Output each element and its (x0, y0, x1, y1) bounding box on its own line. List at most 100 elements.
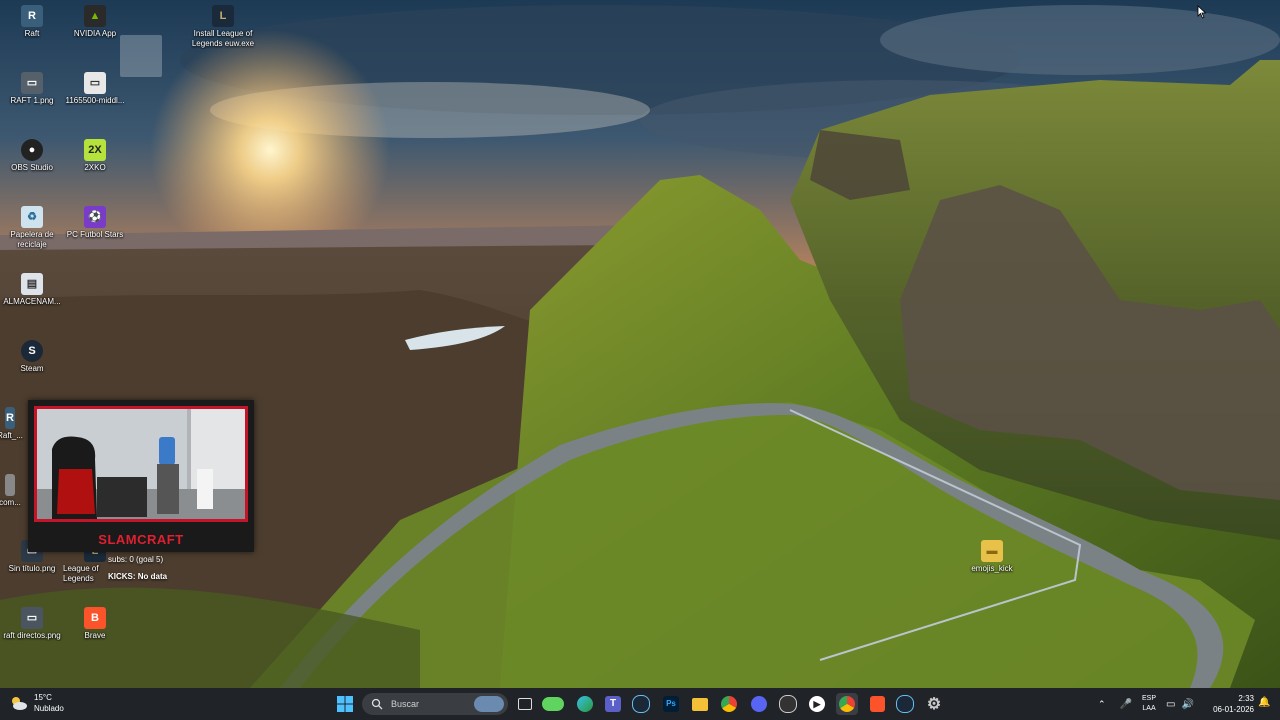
taskbar-app-chrome[interactable] (718, 693, 740, 715)
tray-overflow-chevron-icon[interactable]: ⌃ (1098, 699, 1106, 710)
image-file-icon: ▭ (84, 72, 106, 94)
desktop-icon-com-partial[interactable]: com... (0, 474, 30, 508)
system-tray: ⌃ 🎤 ESP LAA ▭ 🔊 (1098, 688, 1194, 720)
notifications-icon[interactable]: 🔔 (1258, 697, 1270, 708)
taskbar-clock[interactable]: 2:33 06-01-2026 (1200, 693, 1254, 715)
photoshop-icon: Ps (663, 696, 679, 712)
taskbar-app-obs[interactable] (777, 693, 799, 715)
task-view-button[interactable] (514, 693, 536, 715)
desktop-icon-raft-1-png[interactable]: ▭ RAFT 1.png (0, 72, 64, 106)
network-icon[interactable]: ▭ (1166, 699, 1175, 710)
webcam-kicks-text: KICKS: No data (108, 572, 168, 581)
steam-icon (632, 695, 650, 713)
desktop[interactable]: R Raft ▲ NVIDIA App L Install League of … (0, 0, 1280, 688)
2xko-icon: 2X (84, 139, 106, 161)
discord-icon (751, 696, 767, 712)
taskbar-app-settings[interactable]: ⚙ (923, 693, 945, 715)
weather-widget[interactable]: 15°C Nublado (10, 692, 64, 714)
desktop-icon-2xko[interactable]: 2X 2XKO (63, 139, 127, 173)
selection-highlight (120, 35, 162, 77)
league-installer-icon: L (212, 5, 234, 27)
task-view-icon (518, 698, 532, 710)
icon-label: Install League of Legends euw.exe (191, 29, 255, 48)
mouse-cursor-icon (1197, 5, 1207, 19)
start-button[interactable] (334, 693, 356, 715)
game-bar-icon (542, 697, 564, 711)
desktop-icon-steam[interactable]: S Steam (0, 340, 64, 374)
desktop-icon-nvidia-app[interactable]: ▲ NVIDIA App (63, 5, 127, 39)
weather-condition: Nublado (34, 704, 64, 713)
taskbar-app-photoshop[interactable]: Ps (660, 693, 682, 715)
desktop-icon-raft-partial[interactable]: R Raft_... (0, 407, 30, 441)
taskbar-app-chrome-active[interactable] (836, 693, 858, 715)
obs-icon: ● (21, 139, 43, 161)
icon-label: League of Legends (63, 564, 99, 583)
wallpaper (0, 0, 1280, 688)
desktop-icon-raft[interactable]: R Raft (0, 5, 64, 39)
icon-label: raft directos.png (3, 631, 61, 640)
weather-temp: 15°C (34, 693, 52, 702)
desktop-icon-raft-directos[interactable]: ▭ raft directos.png (0, 607, 64, 641)
desktop-icon-recycle-bin[interactable]: ♻ Papelera de reciclaje (0, 206, 64, 250)
search-icon (371, 698, 383, 710)
language-code: ESP (1142, 695, 1157, 702)
taskbar-app-discord[interactable] (748, 693, 770, 715)
desktop-icon-obs-studio[interactable]: ● OBS Studio (0, 139, 64, 173)
icon-label: Sin título.png (8, 564, 56, 573)
brave-icon: B (84, 607, 106, 629)
taskbar-app-edge[interactable] (574, 693, 596, 715)
chrome-icon (839, 696, 855, 712)
windows-logo-icon (337, 696, 353, 712)
chrome-icon (721, 696, 737, 712)
media-player-icon: ▶ (809, 696, 825, 712)
nvidia-icon: ▲ (84, 5, 106, 27)
file-icon (5, 474, 15, 496)
webcam-video (34, 406, 248, 522)
taskbar-app-teams[interactable]: T (602, 693, 624, 715)
taskbar-app-media-player[interactable]: ▶ (806, 693, 828, 715)
language-indicator[interactable]: ESP LAA (1142, 694, 1156, 714)
storage-icon: ▤ (21, 273, 43, 295)
obs-icon (779, 695, 797, 713)
pc-futbol-icon: ⚽ (84, 206, 106, 228)
microphone-icon[interactable]: 🎤 (1120, 699, 1132, 710)
clock-time: 2:33 (1238, 694, 1254, 703)
taskbar-app-steam[interactable] (630, 693, 652, 715)
icon-label: 1165500-middl... (65, 96, 125, 105)
desktop-icon-emojis-kick[interactable]: ▬ emojis_kick (960, 540, 1024, 574)
taskbar-app-file-explorer[interactable] (689, 693, 711, 715)
edge-icon (577, 696, 593, 712)
desktop-icon-brave[interactable]: B Brave (63, 607, 127, 641)
brave-icon (869, 696, 885, 712)
desktop-icon-1165500-middl[interactable]: ▭ 1165500-middl... (63, 72, 127, 106)
raft-icon: R (21, 5, 43, 27)
icon-label: 2XKO (84, 163, 106, 172)
taskbar-app-brave[interactable] (866, 693, 888, 715)
icon-label: Brave (84, 631, 106, 640)
taskbar-search[interactable]: Buscar (362, 693, 508, 715)
icon-label: OBS Studio (11, 163, 53, 172)
icon-label: Papelera de reciclaje (10, 230, 54, 249)
icon-label: ALMACENAM... (3, 297, 61, 306)
desktop-icon-pc-futbol-stars[interactable]: ⚽ PC Futbol Stars (63, 206, 127, 240)
taskbar-app-steam-2[interactable] (894, 693, 916, 715)
image-file-icon: ▭ (21, 72, 43, 94)
recycle-bin-icon: ♻ (21, 206, 43, 228)
icon-label: Raft_... (0, 431, 23, 440)
taskbar-app-game-bar[interactable] (542, 693, 564, 715)
icon-label: com... (0, 498, 21, 507)
steam-icon: S (21, 340, 43, 362)
desktop-icon-almacenam[interactable]: ▤ ALMACENAM... (0, 273, 64, 307)
icon-label: Steam (20, 364, 44, 373)
icon-label: NVIDIA App (73, 29, 117, 38)
desktop-icon-install-league[interactable]: L Install League of Legends euw.exe (189, 5, 257, 49)
streamer-name: SLAMCRAFT (98, 532, 184, 547)
taskbar: 15°C Nublado Buscar T Ps ▶ ⚙ ⌃ 🎤 ESP LAA… (0, 688, 1280, 720)
keyboard-layout: LAA (1142, 705, 1156, 712)
volume-icon[interactable]: 🔊 (1181, 699, 1193, 710)
file-explorer-icon (692, 697, 708, 711)
icon-label: emojis_kick (971, 564, 1013, 573)
icon-label: RAFT 1.png (10, 96, 54, 105)
weather-cloud-icon (12, 697, 27, 710)
raft-icon: R (5, 407, 15, 429)
